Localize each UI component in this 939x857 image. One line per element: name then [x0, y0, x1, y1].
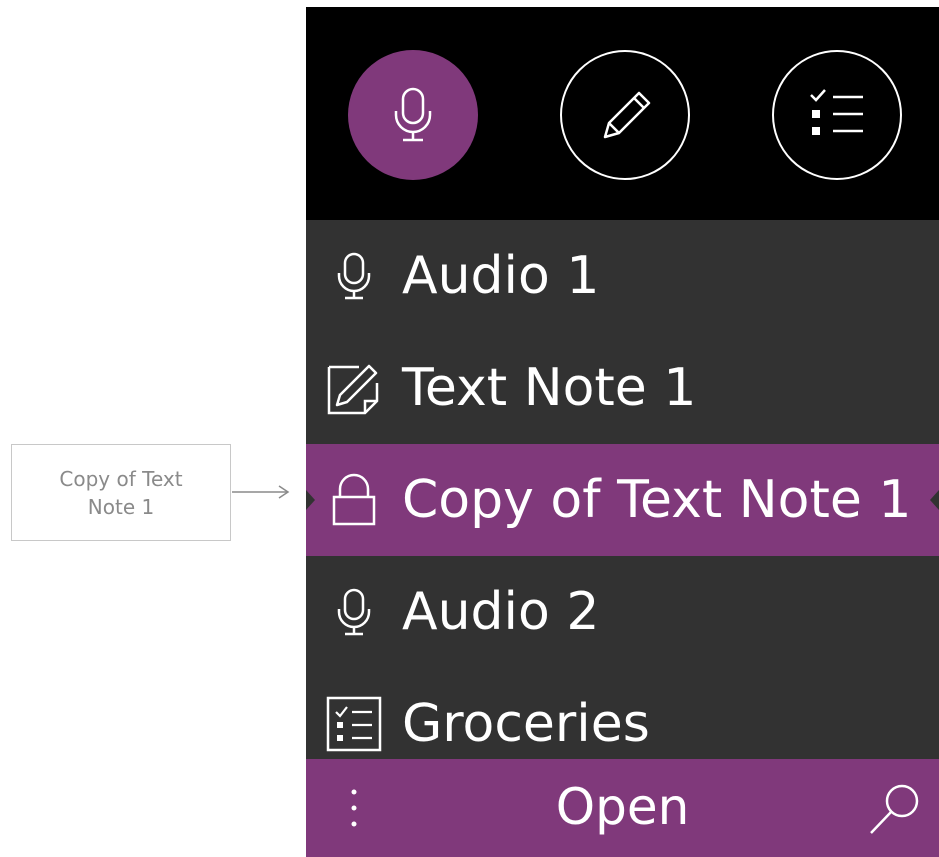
list-item[interactable]: Text Note 1: [306, 332, 939, 444]
list-item-selected[interactable]: Copy of Text Note 1: [306, 444, 939, 556]
bottom-app-bar: Open: [306, 759, 939, 857]
microphone-icon: [326, 248, 382, 304]
list-item[interactable]: Audio 2: [306, 556, 939, 668]
top-toolbar: [306, 7, 939, 220]
search-icon: [870, 784, 919, 834]
lock-icon: [326, 472, 382, 528]
list-item[interactable]: Audio 1: [306, 220, 939, 332]
list-item-label: Copy of Text Note 1: [402, 470, 912, 530]
list-item-label: Groceries: [402, 694, 650, 754]
selection-marker-right: [930, 490, 939, 510]
new-text-note-button[interactable]: [560, 50, 690, 180]
list-item-label: Audio 2: [402, 582, 600, 642]
notes-list: Audio 1 Text Note 1 Copy of Text Note 1: [306, 220, 939, 780]
microphone-icon: [394, 87, 432, 142]
checklist-icon: [326, 696, 382, 752]
search-button[interactable]: [865, 779, 925, 839]
new-audio-button[interactable]: [348, 50, 478, 180]
app-panel: Audio 1 Text Note 1 Copy of Text Note 1: [306, 7, 939, 857]
selection-marker-left: [306, 490, 315, 510]
microphone-icon: [326, 584, 382, 640]
pencil-icon: [603, 91, 651, 139]
checklist-icon: [810, 89, 863, 135]
callout-arrow-icon: [232, 485, 290, 499]
list-item-label: Audio 1: [402, 246, 600, 306]
callout-box: Copy of Text Note 1: [11, 444, 231, 541]
list-item-label: Text Note 1: [402, 358, 697, 418]
new-list-button[interactable]: [772, 50, 902, 180]
callout-text: Copy of Text Note 1: [59, 466, 183, 519]
note-edit-icon: [326, 360, 382, 416]
open-button[interactable]: Open: [306, 779, 939, 835]
